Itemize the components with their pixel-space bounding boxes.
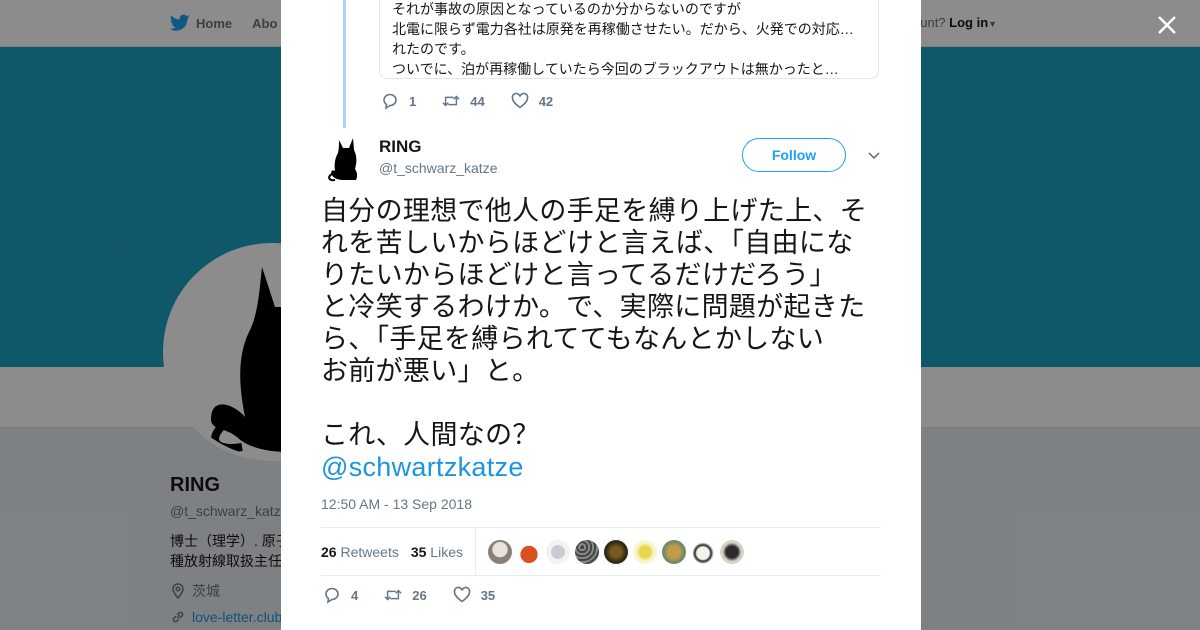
chevron-down-icon[interactable] [867,148,881,162]
like-count: 35 [480,587,496,603]
heart-icon [511,92,529,109]
conversation-thread-line [343,0,346,128]
reply-button[interactable]: 1 [381,92,416,110]
tweet-text-line: ら、「手足を縛られててもなんとかしない [321,324,825,354]
retweet-count: 26 [412,587,427,603]
like-button[interactable]: 42 [511,92,553,110]
likes-count: 35 [410,543,427,560]
reply-icon [325,587,339,604]
liker-avatar[interactable] [661,539,686,564]
tweet-timestamp[interactable]: 12:50 AM - 13 Sep 2018 [321,496,472,512]
tweet-text-line: りたいからほどけと言ってるだけだろう」 [321,260,837,290]
tweet-actions: 4 26 35 [323,586,521,604]
tweet-permalink-modal: それが事故の原因となっているのか分からないのですが 北電に限らず電力各社は原発を… [281,0,921,630]
liker-avatar[interactable] [545,539,570,564]
retweets-stat[interactable]: 26 Retweets [321,544,399,560]
retweets-label: Retweets [340,543,399,560]
retweet-icon [442,95,460,107]
retweet-button[interactable]: 44 [442,92,485,110]
quoted-text-line: 北電に限らず電力各社は原発を再稼働させたい。だから、火発での対応が遅 [392,21,866,37]
reply-button[interactable]: 4 [323,586,358,604]
tweet-text-line: と冷笑するわけか。で、実際に問題が起きた [321,292,866,322]
tweet-author: RING @t_schwarz_katze Follow [321,132,881,192]
retweet-icon [384,589,402,601]
likes-stat[interactable]: 35 Likes [411,544,463,560]
liker-avatar[interactable] [487,539,512,564]
stats-divider [474,528,476,575]
close-icon [1158,16,1176,34]
quoted-text-line: れたのです。 [392,41,475,57]
liker-avatar[interactable] [516,539,541,564]
tweet-text-line: お前が悪い」と。 [321,356,540,386]
reply-count: 4 [351,587,359,603]
heart-icon [453,586,471,603]
retweet-count: 44 [470,93,485,109]
quoted-text-line: それが事故の原因となっているのか分からないのですが [392,1,741,17]
black-cat-avatar-icon[interactable] [321,134,369,182]
liker-avatar[interactable] [632,539,657,564]
liker-avatars [487,539,744,564]
close-button[interactable] [1152,10,1182,40]
like-count: 42 [538,93,554,109]
liker-avatar[interactable] [719,539,744,564]
author-name[interactable]: RING [379,137,422,157]
mention-link[interactable]: @schwartzkatze [321,451,891,483]
author-handle[interactable]: @t_schwarz_katze [379,160,497,176]
likes-label: Likes [430,543,463,560]
liker-avatar[interactable] [603,539,628,564]
reply-icon [383,93,397,110]
retweets-count: 26 [321,543,337,560]
quoted-tweet-card[interactable]: それが事故の原因となっているのか分からないのですが 北電に限らず電力各社は原発を… [379,0,879,79]
previous-tweet-actions: 1 44 42 [381,92,579,110]
follow-button[interactable]: Follow [742,138,846,172]
tweet-text: 自分の理想で他人の手足を縛り上げた上、そ れを苦しいからほどけと言えば、「自由に… [321,195,891,483]
reply-count: 1 [409,93,417,109]
retweet-button[interactable]: 26 [384,586,427,604]
like-button[interactable]: 35 [453,586,495,604]
liker-avatar[interactable] [574,539,599,564]
quoted-text-line: ついでに、泊が再稼働していたら今回のブラックアウトは無かったと… [392,61,839,77]
liker-avatar[interactable] [690,539,715,564]
tweet-text-line: 自分の理想で他人の手足を縛り上げた上、そ [321,196,867,226]
tweet-stats: 26 Retweets 35 Likes [321,527,881,576]
tweet-closing-line: これ、人間なの？ [321,420,540,450]
tweet-text-line: れを苦しいからほどけと言えば、「自由にな [321,228,854,258]
